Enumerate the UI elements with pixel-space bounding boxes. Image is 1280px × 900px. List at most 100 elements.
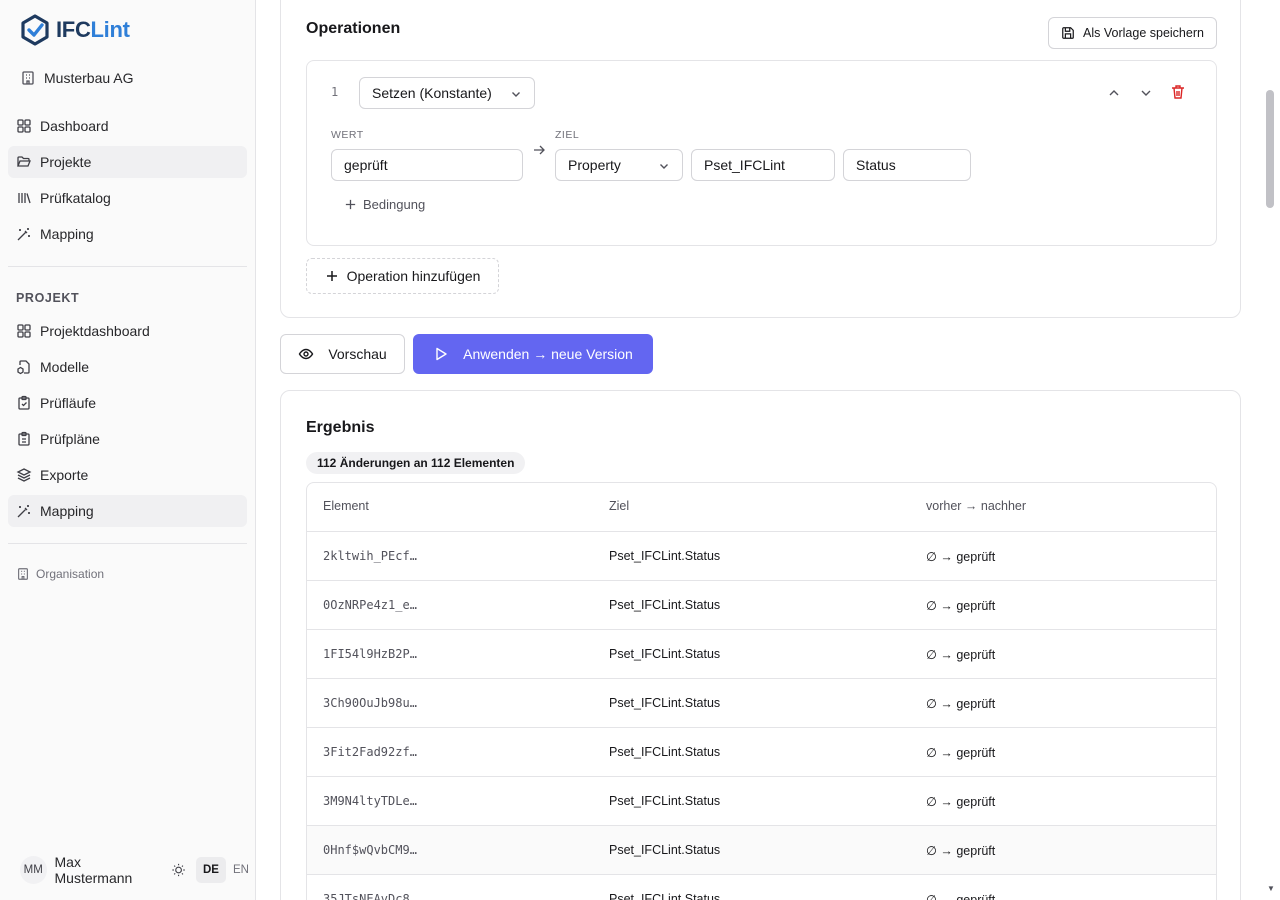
table-row[interactable]: 1FI54l9HzB2P… Pset_IFCLint.Status ∅ → ge…	[307, 630, 1216, 679]
nav-item-pruefkatalog[interactable]: Prüfkatalog	[8, 182, 247, 214]
table-row[interactable]: 3M9N4ltyTDLe… Pset_IFCLint.Status ∅ → ge…	[307, 777, 1216, 826]
table-row[interactable]: 3Ch90OuJb98u… Pset_IFCLint.Status ∅ → ge…	[307, 679, 1216, 728]
save-icon	[1062, 27, 1074, 39]
cell-target: Pset_IFCLint.Status	[609, 843, 721, 857]
nav-item-modelle[interactable]: Modelle	[8, 351, 247, 383]
project-nav: Projektdashboard Modelle Prüfläufe Prüfp…	[8, 315, 247, 531]
sidebar: IFCLint Musterbau AG Dashboard Projekte …	[0, 0, 256, 900]
chevron-down-icon	[660, 164, 668, 169]
user-name: Max Mustermann	[54, 854, 133, 886]
lang-en-button[interactable]: EN	[226, 857, 256, 883]
nav-label: Prüfläufe	[40, 395, 97, 411]
page-scrollbar[interactable]	[1266, 90, 1274, 208]
plus-icon	[326, 271, 337, 281]
preview-button[interactable]: Vorschau	[280, 334, 405, 374]
pset-input-text: Pset_IFCLint	[704, 157, 785, 173]
wand-icon	[17, 228, 30, 241]
nav-item-projekte[interactable]: Projekte	[8, 146, 247, 178]
nav-item-dashboard[interactable]: Dashboard	[8, 110, 247, 142]
org-name: Musterbau AG	[44, 70, 134, 86]
cell-element: 3M9N4ltyTDLe…	[323, 794, 417, 808]
table-row[interactable]: 0OzNRPe4z1_e… Pset_IFCLint.Status ∅ → ge…	[307, 581, 1216, 630]
nav-label: Prüfpläne	[40, 431, 100, 447]
target-kind-select[interactable]: Property	[555, 149, 683, 181]
cell-change: ∅ → geprüft	[926, 844, 996, 858]
result-table: Element Ziel vorher → nachher 2kltwih_PE…	[306, 482, 1217, 900]
sidebar-divider	[8, 266, 247, 267]
operation-item: 1 Setzen (Konstante) WERT geprüft ZIEL P…	[306, 60, 1217, 246]
cell-element: 2kltwih_PEcf…	[323, 549, 417, 563]
cell-target: Pset_IFCLint.Status	[609, 745, 721, 759]
cell-element: 1FI54l9HzB2P…	[323, 647, 417, 661]
chevron-down-icon	[512, 92, 520, 97]
cell-change: ∅ → geprüft	[926, 599, 996, 613]
cell-target: Pset_IFCLint.Status	[609, 549, 721, 563]
eye-icon	[299, 348, 314, 360]
organisation-label: Organisation	[36, 567, 105, 581]
value-input[interactable]: geprüft	[331, 149, 523, 181]
table-row[interactable]: 35JTsNEAvDc8… Pset_IFCLint.Status ∅ → ge…	[307, 875, 1216, 900]
trash-icon[interactable]	[1169, 83, 1187, 101]
column-header-target[interactable]: Ziel	[609, 499, 629, 513]
layers-icon	[16, 468, 32, 482]
table-row[interactable]: 2kltwih_PEcf… Pset_IFCLint.Status ∅ → ge…	[307, 532, 1216, 581]
move-down-icon[interactable]	[1137, 84, 1155, 102]
cell-target: Pset_IFCLint.Status	[609, 892, 721, 900]
cell-element: 3Fit2Fad92zf…	[323, 745, 417, 759]
nav-label: Exporte	[40, 467, 89, 483]
table-row[interactable]: 0Hnf$wQvbCM9… Pset_IFCLint.Status ∅ → ge…	[307, 826, 1216, 875]
result-summary-badge: 112 Änderungen an 112 Elementen	[306, 452, 526, 474]
apply-label: Anwenden → neue Version	[463, 346, 633, 362]
target-label: ZIEL	[555, 129, 580, 141]
add-condition-label: Bedingung	[363, 197, 426, 212]
scroll-down-arrow-icon[interactable]: ▼	[1267, 884, 1275, 893]
org-switcher[interactable]: Musterbau AG	[20, 66, 134, 90]
nav-item-pruefplaene[interactable]: Prüfpläne	[8, 423, 247, 455]
nav-label: Dashboard	[40, 118, 109, 134]
cell-element: 35JTsNEAvDc8…	[323, 892, 417, 900]
nav-item-exporte[interactable]: Exporte	[8, 459, 247, 491]
operation-type-value: Setzen (Konstante)	[372, 85, 492, 101]
cell-change: ∅ → geprüft	[926, 746, 996, 760]
nav-label: Prüfkatalog	[40, 190, 111, 206]
nav-item-mapping[interactable]: Mapping	[8, 495, 247, 527]
nav-item-pruefläufe[interactable]: Prüfläufe	[8, 387, 247, 419]
cell-target: Pset_IFCLint.Status	[609, 794, 721, 808]
table-row[interactable]: 3Fit2Fad92zf… Pset_IFCLint.Status ∅ → ge…	[307, 728, 1216, 777]
layout-grid-icon	[17, 119, 31, 133]
save-template-label: Als Vorlage speichern	[1083, 26, 1204, 40]
nav-label: Projektdashboard	[40, 323, 150, 339]
add-condition-button[interactable]: Bedingung	[344, 197, 425, 212]
organisation-link[interactable]: Organisation	[16, 567, 104, 581]
value-label: WERT	[331, 129, 364, 141]
column-header-element[interactable]: Element	[323, 499, 369, 513]
cell-element: 0OzNRPe4z1_e…	[323, 598, 417, 612]
apply-button[interactable]: Anwenden → neue Version	[413, 334, 653, 374]
nav-item-projektdashboard[interactable]: Projektdashboard	[8, 315, 247, 347]
user-bar: MM Max Mustermann DE EN	[20, 854, 256, 886]
save-template-button[interactable]: Als Vorlage speichern	[1048, 17, 1217, 49]
value-input-text: geprüft	[344, 157, 388, 173]
sun-icon[interactable]	[171, 862, 186, 878]
operations-title: Operationen	[306, 20, 401, 37]
logo-text-part1: IFC	[56, 17, 91, 42]
building-icon	[22, 71, 34, 85]
library-icon	[18, 193, 31, 204]
operation-type-select[interactable]: Setzen (Konstante)	[359, 77, 535, 109]
add-operation-label: Operation hinzufügen	[346, 268, 481, 284]
avatar[interactable]: MM	[20, 856, 47, 884]
column-header-change[interactable]: vorher → nachher	[926, 499, 1026, 513]
property-input[interactable]: Status	[843, 149, 971, 181]
nav-item-mapping-global[interactable]: Mapping	[8, 218, 247, 250]
play-icon	[436, 347, 447, 361]
add-operation-button[interactable]: Operation hinzufügen	[306, 258, 499, 294]
app-logo[interactable]: IFCLint	[20, 14, 130, 46]
table-header: Element Ziel vorher → nachher	[307, 483, 1216, 532]
lang-de-button[interactable]: DE	[196, 857, 226, 883]
move-up-icon[interactable]	[1105, 84, 1123, 102]
preview-label: Vorschau	[328, 346, 387, 362]
logo-text: IFCLint	[56, 17, 130, 43]
folder-open-icon	[17, 156, 31, 167]
pset-input[interactable]: Pset_IFCLint	[691, 149, 835, 181]
cell-change: ∅ → geprüft	[926, 697, 996, 711]
